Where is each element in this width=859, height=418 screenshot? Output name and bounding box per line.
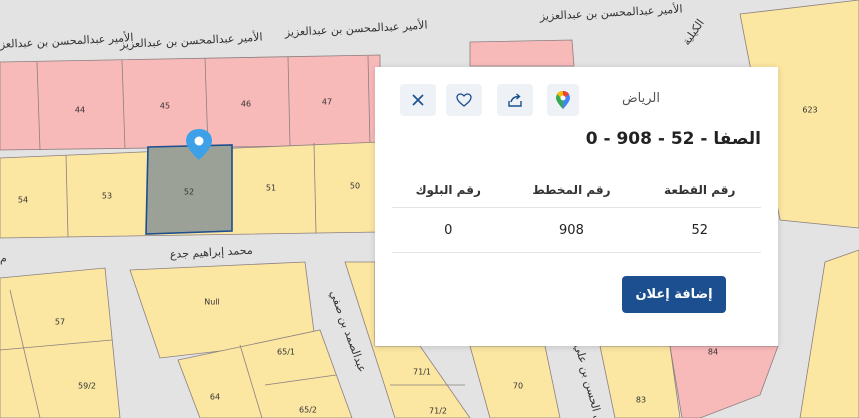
add-ad-button[interactable]: إضافة إعلان [622,276,726,313]
plot-label: 53 [102,192,112,201]
plot-label: 84 [708,348,718,357]
parcel-details-table: رقم القطعة رقم المخطط رقم البلوك 52 908 … [392,173,761,253]
google-maps-button[interactable] [547,84,579,116]
plot-label: 54 [18,196,28,205]
share-icon [508,93,522,107]
block-number-value: 0 [392,207,505,253]
plot-label: 64 [210,393,220,402]
parcel-info-card: الرياض الصفا - 52 - 908 - 0 رقم القطعة ر… [375,67,778,346]
plot-label: 57 [55,318,65,327]
street-label: م [0,252,7,265]
plot-label: 71/1 [413,368,431,377]
share-button[interactable] [497,84,533,116]
plot-label: 65/1 [277,348,295,357]
plot-label: 52 [184,188,194,197]
header-plot-number: رقم القطعة [638,173,761,208]
plot-label: 46 [241,100,251,109]
plan-number-value: 908 [504,207,639,253]
parcel-title: الصفا - 52 - 908 - 0 [585,129,761,149]
plot-label: 71/2 [429,407,447,416]
plot-label: 70 [513,382,523,391]
plot-label: Null [204,298,220,307]
city-name: الرياض [621,91,660,106]
close-button[interactable] [400,84,436,116]
commercial-plot [469,39,575,67]
plot-number-value: 52 [638,207,761,253]
google-maps-icon [556,91,570,109]
plot-label: 59/2 [78,382,96,391]
plot-block-57 [0,267,121,418]
plot-label: 623 [802,106,817,115]
plot-label: 47 [322,98,332,107]
plot-label: 51 [266,184,276,193]
plot-label: 45 [160,102,170,111]
plot-label: 50 [350,182,360,191]
header-plan-number: رقم المخطط [504,173,639,208]
close-icon [412,94,424,106]
plot-label: 44 [75,106,85,115]
plot-label: 83 [636,396,646,405]
header-block-number: رقم البلوك [392,173,505,208]
city-label: الرياض [622,91,660,106]
plot-label: 65/2 [299,406,317,415]
favorite-button[interactable] [446,84,482,116]
heart-icon [456,93,472,107]
